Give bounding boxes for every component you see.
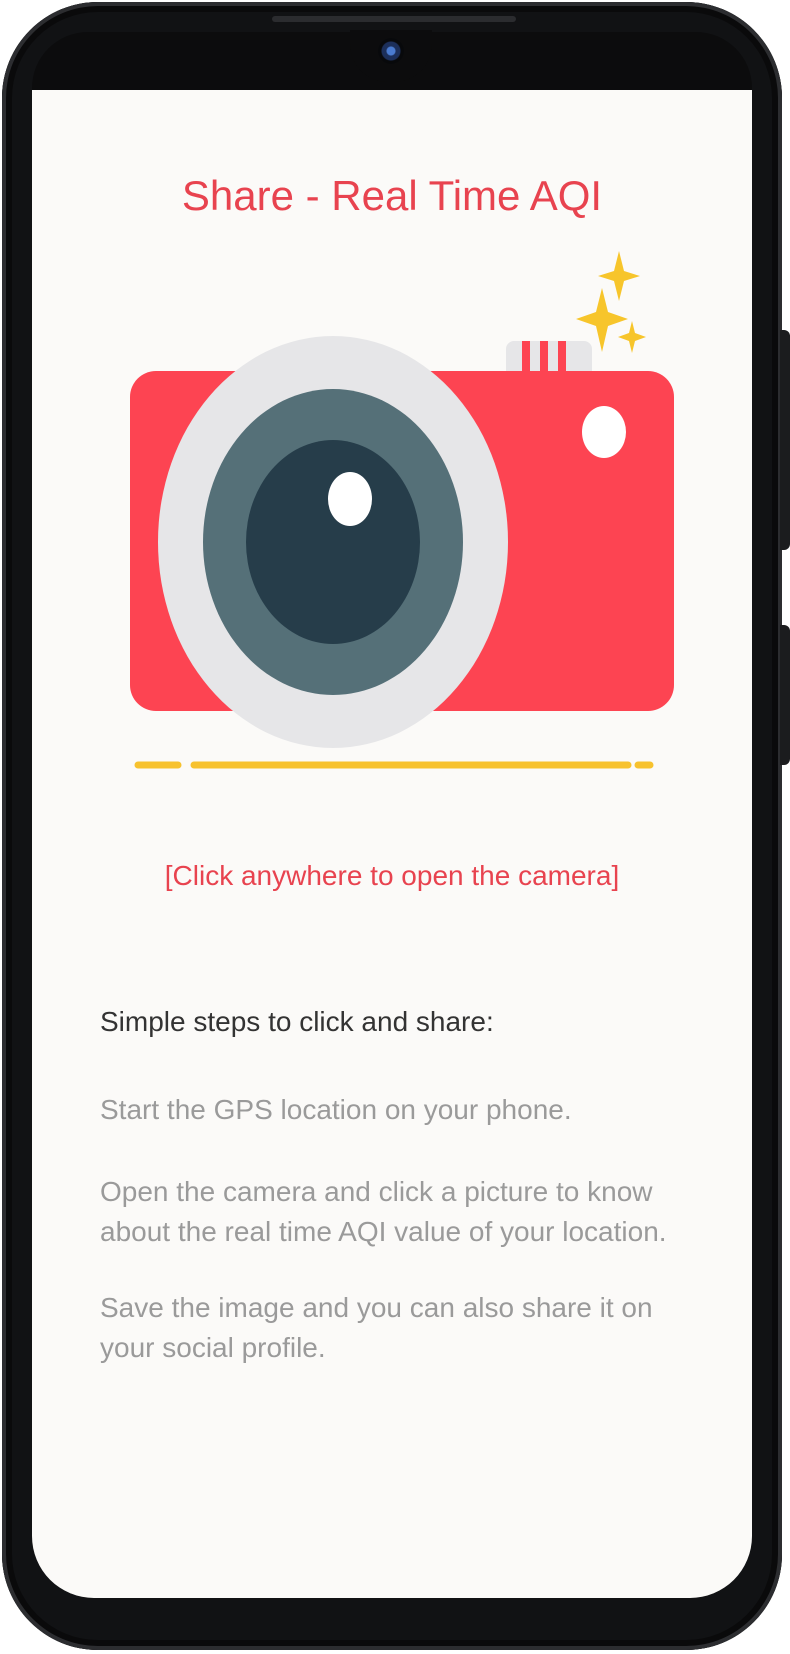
lens-icon: [158, 336, 508, 748]
phone-frame: Share - Real Time AQI [Click anywhere to…: [0, 0, 790, 1654]
camera-icon[interactable]: [110, 245, 700, 905]
volume-button: [780, 330, 790, 550]
flash-icon: [582, 406, 626, 458]
front-camera-icon: [378, 38, 404, 64]
step-item: Start the GPS location on your phone.: [100, 1094, 572, 1125]
steps-heading: Simple steps to click and share:: [100, 1006, 494, 1037]
page-title: Share - Real Time AQI: [181, 172, 603, 219]
sparkle-icon: [576, 251, 646, 353]
app-screen[interactable]: Share - Real Time AQI [Click anywhere to…: [32, 90, 752, 1598]
earpiece-speaker: [272, 16, 516, 22]
open-camera-hint[interactable]: [Click anywhere to open the camera]: [32, 860, 752, 892]
step-item: Open the camera and click a picture to k…: [100, 1176, 667, 1247]
step-item: Save the image and you can also share it…: [100, 1292, 653, 1363]
power-button: [780, 625, 790, 765]
